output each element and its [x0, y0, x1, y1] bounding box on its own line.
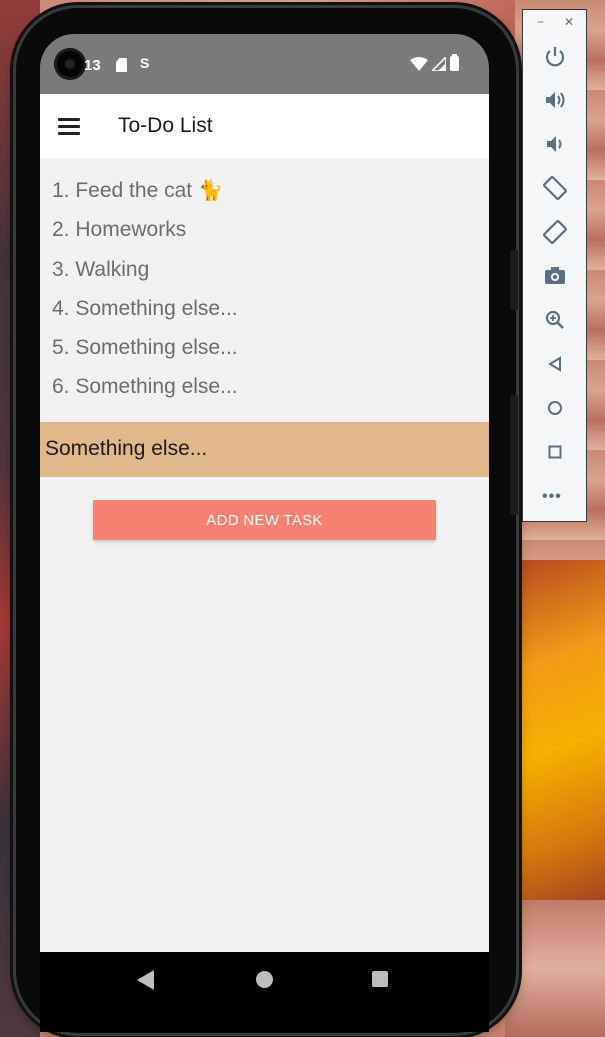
- volume-down-icon[interactable]: [542, 131, 568, 157]
- task-item[interactable]: 6. Something else...: [52, 372, 238, 411]
- status-icons: [410, 54, 459, 71]
- task-number: 1.: [52, 179, 70, 202]
- desktop-wallpaper-bottom: [505, 900, 605, 1037]
- home-icon[interactable]: [542, 395, 568, 421]
- task-number: 3.: [52, 257, 70, 281]
- phone-side-button: [510, 395, 518, 515]
- task-item[interactable]: 2. Homeworks: [52, 215, 238, 254]
- overview-icon[interactable]: [542, 439, 568, 465]
- wifi-icon: [410, 56, 428, 71]
- task-item[interactable]: 3. Walking: [52, 255, 238, 294]
- task-text: Something else...: [75, 375, 238, 399]
- task-list: 1. Feed the cat 🐈 2. Homeworks 3. Walkin…: [52, 176, 238, 412]
- navigation-bar: [40, 952, 489, 1032]
- menu-icon[interactable]: [58, 118, 80, 135]
- task-text: Homeworks: [75, 218, 187, 242]
- minimize-icon[interactable]: −: [537, 15, 544, 29]
- recents-icon[interactable]: [372, 971, 388, 987]
- camera-icon[interactable]: [542, 263, 568, 289]
- signal-icon: [432, 56, 446, 71]
- task-text: Something else...: [75, 296, 238, 320]
- app-title: To-Do List: [118, 114, 213, 137]
- task-item[interactable]: 1. Feed the cat 🐈: [52, 176, 238, 215]
- home-icon[interactable]: [256, 971, 273, 988]
- camera-cutout: [54, 48, 86, 80]
- emulator-toolbar: − ✕ •••: [522, 9, 587, 522]
- task-item[interactable]: 4. Something else...: [52, 294, 238, 333]
- task-text: Feed the cat: [75, 179, 193, 202]
- cat-icon: 🐈: [197, 180, 223, 202]
- back-icon[interactable]: [137, 970, 155, 990]
- task-number: 6.: [52, 375, 70, 399]
- task-text: Something else...: [75, 336, 238, 360]
- desktop-wallpaper-orange: [512, 560, 605, 900]
- task-number: 4.: [52, 296, 70, 320]
- add-task-button[interactable]: ADD NEW TASK: [93, 500, 436, 540]
- volume-up-icon[interactable]: [542, 87, 568, 113]
- selected-task-text: Something else...: [45, 437, 208, 460]
- app-bar: To-Do List: [40, 94, 489, 158]
- phone-side-button: [510, 250, 518, 310]
- status-bar: 13 S: [40, 34, 489, 94]
- task-text: Walking: [75, 257, 150, 281]
- phone-screen: 13 S To-Do List 1. Feed the cat 🐈 2. Hom…: [40, 34, 489, 1032]
- rotate-right-icon[interactable]: [542, 219, 568, 245]
- back-icon[interactable]: [542, 351, 568, 377]
- zoom-icon[interactable]: [542, 307, 568, 333]
- main-content: 1. Feed the cat 🐈 2. Homeworks 3. Walkin…: [40, 158, 489, 952]
- task-number: 2.: [52, 218, 70, 242]
- sd-card-icon: [116, 58, 127, 72]
- selected-task-bar[interactable]: Something else...: [40, 422, 489, 477]
- rotate-left-icon[interactable]: [542, 175, 568, 201]
- status-time: 13: [84, 57, 101, 74]
- task-item[interactable]: 5. Something else...: [52, 333, 238, 372]
- close-icon[interactable]: ✕: [564, 15, 574, 29]
- task-number: 5.: [52, 336, 70, 360]
- more-icon[interactable]: •••: [542, 488, 562, 506]
- battery-icon: [450, 54, 459, 71]
- s-icon: S: [140, 55, 150, 71]
- power-icon[interactable]: [542, 43, 568, 69]
